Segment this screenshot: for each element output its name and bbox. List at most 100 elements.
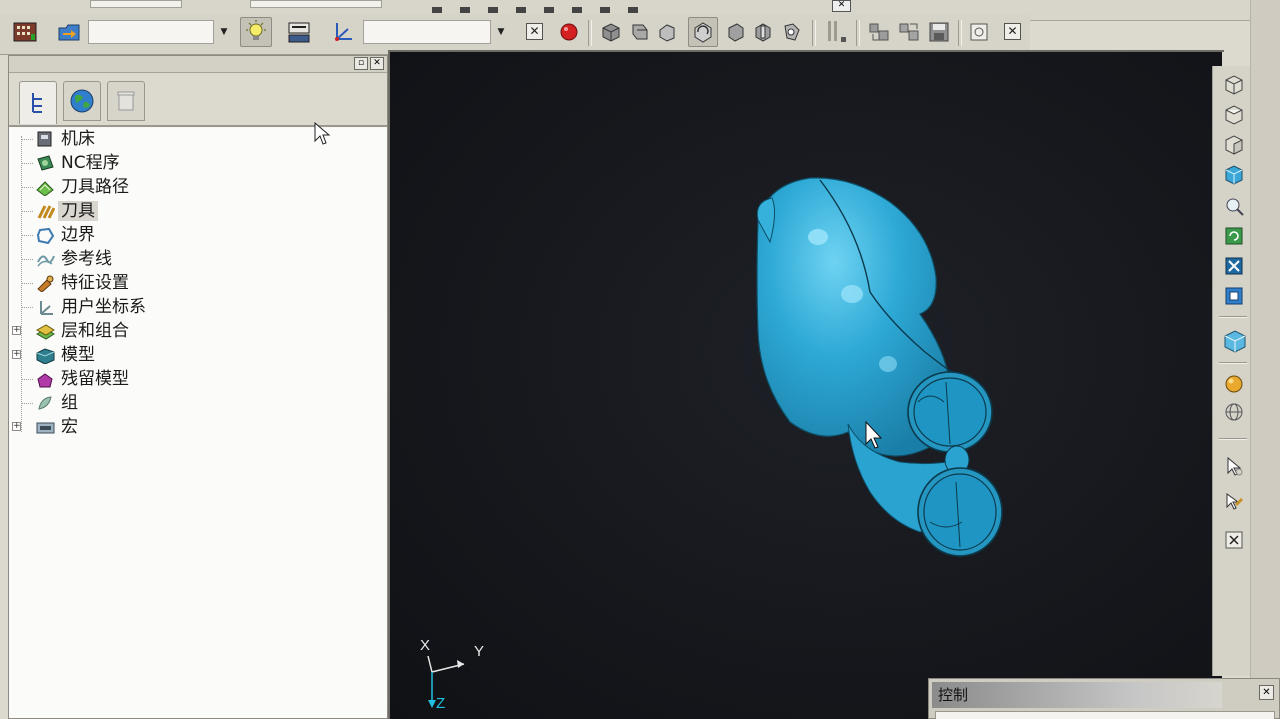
window-right-edge (1250, 0, 1280, 719)
refresh-icon[interactable] (1222, 224, 1246, 248)
powermill-window: ✕ ▼ ▼ ✕ ✕ ▫ ✕ 机床 NC程序 刀具路径 刀具 边界 参考线 特征设… (0, 0, 1280, 719)
highlight (879, 356, 897, 372)
toolbar-separator (812, 20, 816, 46)
close-icon[interactable]: ✕ (370, 57, 384, 70)
nc-output-icon[interactable] (286, 19, 312, 45)
tool-icon (37, 205, 55, 219)
tree-item-label: 边界 (61, 225, 95, 245)
iso-view-icon[interactable] (598, 19, 624, 45)
highlight (808, 229, 828, 245)
box-zoom-icon[interactable] (1222, 284, 1246, 308)
axis-triad: X Y Z (420, 637, 484, 712)
tree-item-feature[interactable]: 特征设置 (9, 272, 389, 294)
view-top-cube-icon[interactable] (1222, 102, 1246, 126)
control-panel: 控制 ✕ (928, 678, 1280, 719)
simulate-step-icon[interactable] (896, 19, 922, 45)
tree-item-stock-model[interactable]: 残留模型 (9, 368, 389, 390)
view-front-cube-icon[interactable] (1222, 72, 1246, 96)
ucs-icon (40, 301, 53, 315)
spin-view-icon[interactable] (778, 19, 804, 45)
highlight (841, 285, 863, 303)
axis-y-label: Y (474, 643, 484, 660)
back-view-icon[interactable] (722, 19, 748, 45)
tree-item-label: 刀具 (58, 201, 98, 221)
workplane-combo[interactable] (363, 20, 491, 44)
toolbar-separator (856, 20, 860, 46)
nc-program-icon (37, 155, 54, 171)
tree-item-label: 机床 (61, 129, 95, 149)
tree-item-label: 模型 (61, 345, 95, 365)
expand-icon[interactable]: + (12, 422, 21, 431)
drag-icon[interactable] (1222, 490, 1246, 514)
info-icon[interactable] (966, 19, 992, 45)
shaded-cube-icon[interactable] (1222, 328, 1248, 354)
tree-item-nc-program[interactable]: NC程序 (9, 152, 389, 174)
axis-x-label: X (420, 637, 430, 654)
bottom-view-icon[interactable] (750, 19, 776, 45)
tree-item-label: 层和组合 (61, 321, 129, 341)
axis-z-label: Z (436, 695, 445, 712)
open-folder-icon[interactable] (56, 19, 82, 45)
workplane-icon[interactable] (330, 19, 356, 45)
chevron-down-icon[interactable]: ▼ (216, 20, 232, 44)
tree-tab[interactable] (19, 81, 57, 124)
upper-combo-2[interactable] (250, 0, 382, 8)
main-toolbar: ▼ ▼ ✕ ✕ (0, 14, 1030, 55)
control-close-button[interactable]: ✕ (1259, 685, 1274, 700)
shade-sphere-icon[interactable] (1222, 372, 1246, 396)
trash-icon (117, 91, 135, 111)
restore-icon[interactable]: ▫ (354, 57, 368, 70)
toolbar-separator (588, 20, 592, 46)
expand-icon[interactable]: + (12, 350, 21, 359)
side-view-icon[interactable] (654, 19, 680, 45)
trash-tab[interactable] (107, 81, 145, 121)
tree-item-label: 残留模型 (61, 369, 129, 389)
tree-item-macro[interactable]: + 宏 (9, 416, 389, 438)
explorer-panel: ▫ ✕ 机床 NC程序 刀具路径 刀具 边界 参考线 特征设置 用户坐标系 + … (8, 55, 388, 719)
tree-item-layers[interactable]: + 层和组合 (9, 320, 389, 342)
graphics-viewport[interactable]: X Y Z (390, 52, 1222, 719)
front-view-icon[interactable] (626, 19, 652, 45)
select-icon[interactable] (1222, 454, 1246, 478)
tree-item-label: 用户坐标系 (61, 297, 146, 317)
globe-tab[interactable] (63, 81, 101, 121)
lower-pipe-opening (917, 467, 1003, 557)
light-bulb-icon[interactable] (240, 17, 272, 47)
view-right-cube-icon[interactable] (1222, 132, 1246, 156)
chevron-down-icon[interactable]: ▼ (493, 20, 509, 44)
tree-item-pattern[interactable]: 参考线 (9, 248, 389, 270)
stop-record-icon[interactable] (556, 19, 582, 45)
layers-icon (35, 324, 55, 340)
toolpath-icon (36, 181, 54, 196)
boundary-icon (36, 227, 55, 244)
upper-combo[interactable] (90, 0, 182, 8)
upper-pipe-opening (907, 371, 993, 453)
machine-view-icon[interactable] (12, 19, 38, 45)
tree-item-tool[interactable]: 刀具 (9, 200, 389, 222)
upper-close-button[interactable]: ✕ (832, 0, 851, 12)
wireframe-sphere-icon[interactable] (1222, 400, 1246, 424)
tree-item-label: 特征设置 (61, 273, 129, 293)
tree-item-group[interactable]: 组 (9, 392, 389, 414)
close-icon[interactable] (1222, 528, 1246, 552)
tree-item-boundary[interactable]: 边界 (9, 224, 389, 246)
explorer-tabs (9, 73, 387, 127)
save-icon[interactable] (926, 19, 952, 45)
toolpath-combo[interactable] (88, 20, 214, 44)
fit-icon[interactable] (1222, 254, 1246, 278)
toolbar-close-button[interactable]: ✕ (1004, 23, 1021, 40)
tree-item-toolpath[interactable]: 刀具路径 (9, 176, 389, 198)
rotate-view-icon[interactable] (688, 17, 718, 47)
simulate-icon[interactable] (866, 19, 892, 45)
stock-model-icon (37, 373, 53, 388)
expand-icon[interactable]: + (12, 326, 21, 335)
zoom-icon[interactable] (1222, 194, 1246, 218)
toolbar-grip-icon[interactable] (822, 19, 850, 45)
close-button[interactable]: ✕ (526, 23, 543, 40)
tree-item-model[interactable]: + 模型 (9, 344, 389, 366)
model-icon (36, 348, 55, 364)
tree-item-ucs[interactable]: 用户坐标系 (9, 296, 389, 318)
view-iso-cube-icon[interactable] (1222, 162, 1246, 186)
globe-icon (70, 89, 94, 113)
tree-item-label: 参考线 (61, 249, 112, 269)
